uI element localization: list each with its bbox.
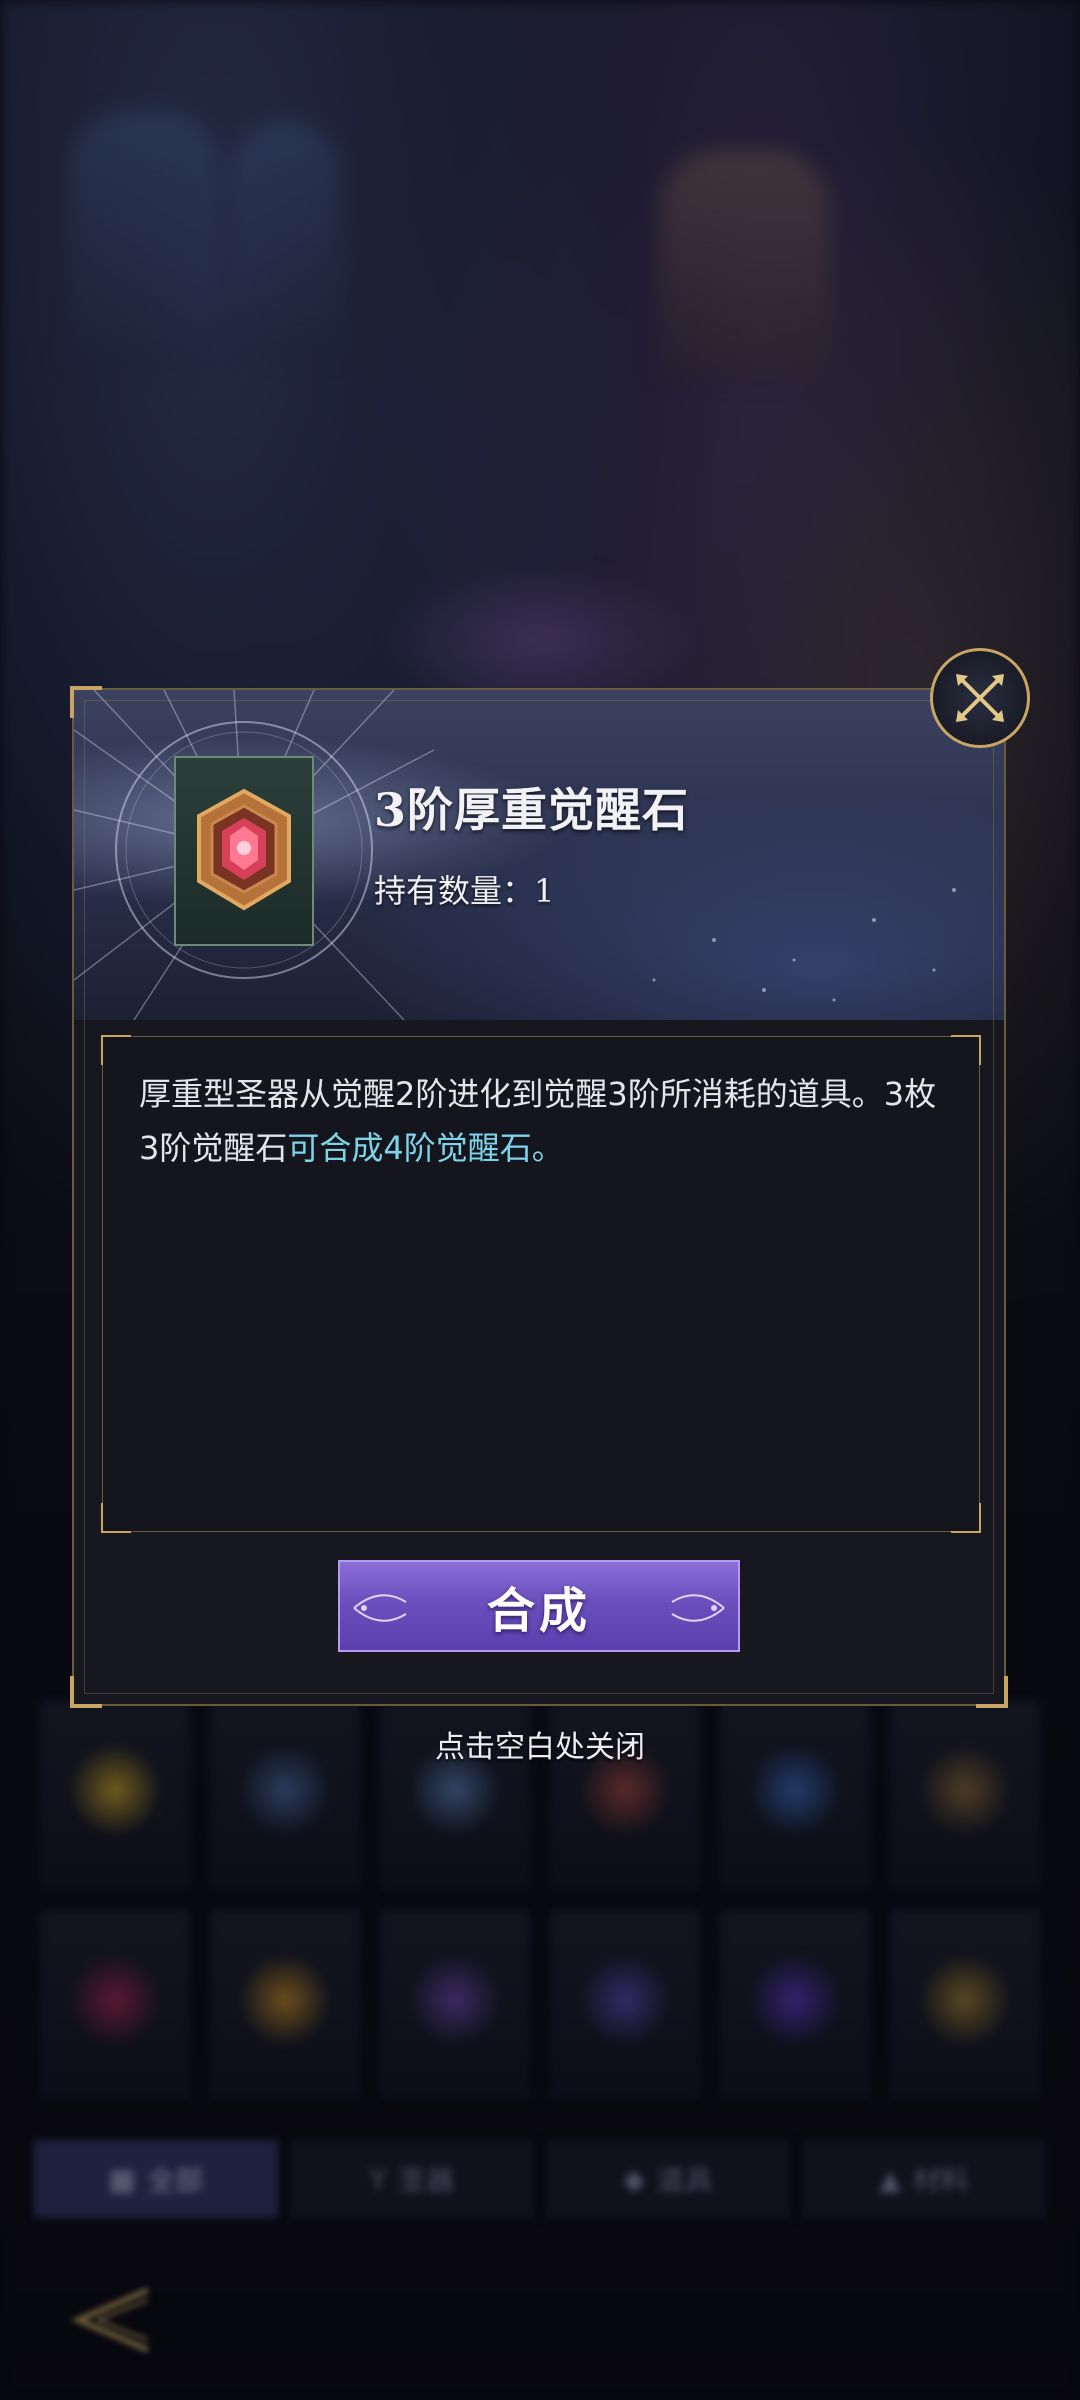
screen: ▦ 全部 Y 圣器 ◆ 道具 ▲ 材料 3阶厚重觉醒石 持有数量：1 厚重型圣器… — [0, 0, 1080, 2400]
close-hint: 点击空白处关闭 — [435, 1730, 645, 1765]
item-description: 厚重型圣器从觉醒2阶进化到觉醒3阶所消耗的道具。3枚3阶觉醒石可合成4阶觉醒石。 — [139, 1067, 945, 1175]
popup-header: 3阶厚重觉醒石 持有数量：1 — [74, 690, 1004, 1020]
item-name: 3阶厚重觉醒石 — [374, 783, 690, 837]
ornament-right-icon — [671, 1594, 725, 1622]
synthesize-button[interactable]: 合成 — [338, 1560, 740, 1652]
description-box: 厚重型圣器从觉醒2阶进化到觉醒3阶所消耗的道具。3枚3阶觉醒石可合成4阶觉醒石。 — [101, 1035, 981, 1533]
description-text: 厚重型圣器从觉醒2阶进化到觉醒3阶所消耗的道具。 — [139, 1075, 884, 1113]
item-detail-popup: 3阶厚重觉醒石 持有数量：1 厚重型圣器从觉醒2阶进化到觉醒3阶所消耗的道具。3… — [70, 686, 1008, 1708]
description-text: 。 — [531, 1129, 564, 1167]
close-button[interactable] — [930, 648, 1030, 748]
close-x-icon — [956, 674, 1004, 722]
description-highlight: 可合成4阶觉醒石 — [287, 1129, 532, 1167]
frame-corner — [70, 1676, 102, 1708]
frame-corner — [976, 1676, 1008, 1708]
awakening-stone-icon — [197, 788, 291, 911]
item-count: 持有数量：1 — [374, 866, 554, 912]
frame-corner — [70, 686, 102, 718]
count-value: 1 — [534, 872, 555, 910]
ornament-left-icon — [353, 1594, 407, 1622]
item-icon-card — [174, 756, 314, 946]
count-label: 持有数量： — [374, 872, 535, 910]
synthesize-label: 合成 — [486, 1583, 591, 1639]
